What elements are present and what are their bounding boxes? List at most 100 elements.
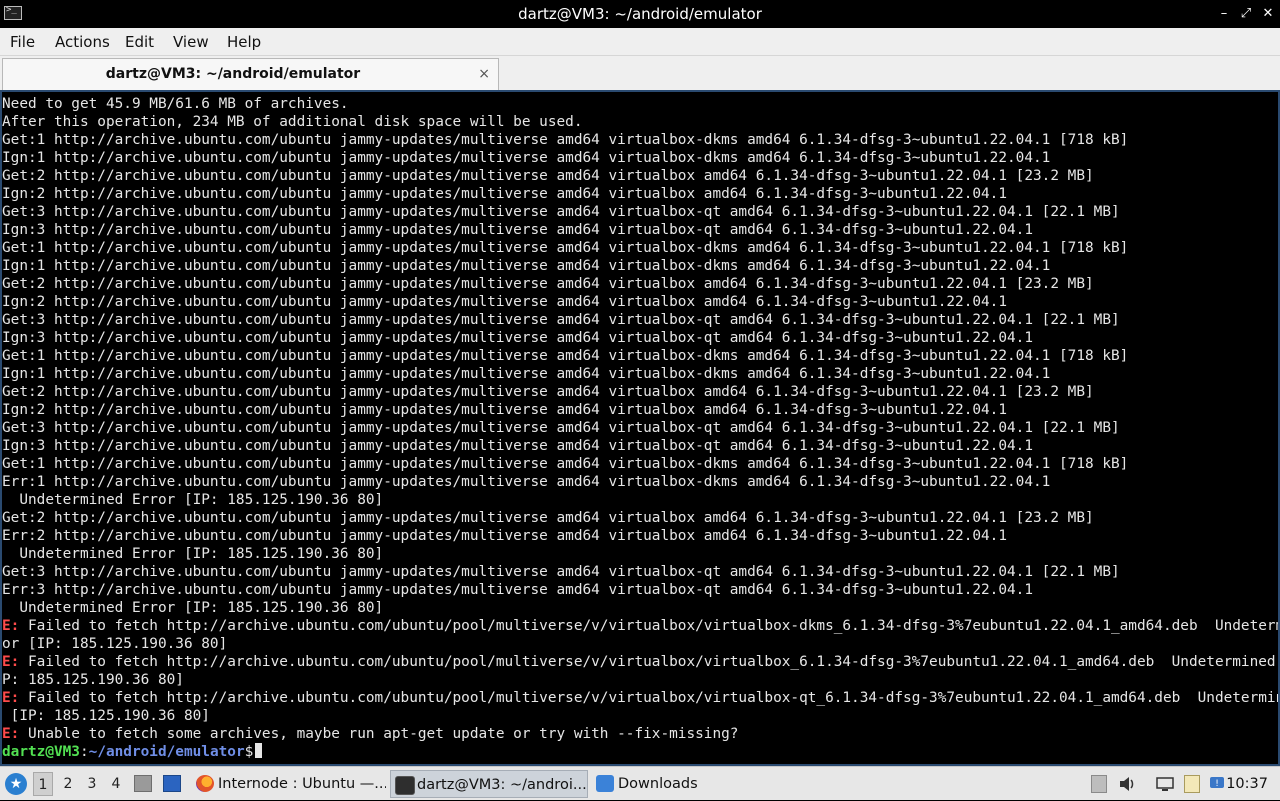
line-text: Err:2 http://archive.ubuntu.com/ubuntu j… [2,528,1008,544]
close-button[interactable]: ✕ [1258,4,1278,24]
line-text: Get:1 http://archive.ubuntu.com/ubuntu j… [2,132,1129,148]
window-titlebar[interactable]: dartz@VM3: ~/android/emulator – ⤢ ✕ [0,0,1280,28]
menu-view[interactable]: View [173,28,209,56]
terminal-line: Undetermined Error [IP: 185.125.190.36 8… [2,491,1278,509]
tab-bar: dartz@VM3: ~/android/emulator × [0,56,1280,90]
terminal-line: P: 185.125.190.36 80] [2,671,1278,689]
terminal-line: Need to get 45.9 MB/61.6 MB of archives. [2,95,1278,113]
volume-icon[interactable] [1119,775,1135,793]
terminal-lines: Need to get 45.9 MB/61.6 MB of archives.… [2,95,1278,761]
terminal-line: Err:1 http://archive.ubuntu.com/ubuntu j… [2,473,1278,491]
menu-file[interactable]: File [10,28,35,56]
show-desktop-icon[interactable] [163,775,181,792]
menu-edit[interactable]: Edit [125,28,154,56]
menu-actions[interactable]: Actions [55,28,110,56]
terminal-line: [IP: 185.125.190.36 80] [2,707,1278,725]
line-text: Ign:2 http://archive.ubuntu.com/ubuntu j… [2,294,1008,310]
line-text: Undetermined Error [IP: 185.125.190.36 8… [2,600,384,616]
error-prefix: E: [2,654,20,670]
line-text: Ign:2 http://archive.ubuntu.com/ubuntu j… [2,186,1008,202]
clock[interactable]: 10:37 [1226,767,1268,801]
terminal-line: Err:3 http://archive.ubuntu.com/ubuntu j… [2,581,1278,599]
terminal-line: Ign:2 http://archive.ubuntu.com/ubuntu j… [2,401,1278,419]
terminal-line: Ign:2 http://archive.ubuntu.com/ubuntu j… [2,185,1278,203]
maximize-button[interactable]: ⤢ [1236,4,1256,24]
terminal-line: Get:3 http://archive.ubuntu.com/ubuntu j… [2,419,1278,437]
terminal-line: Ign:2 http://archive.ubuntu.com/ubuntu j… [2,293,1278,311]
prompt-path: ~/android/emulator [88,744,245,760]
firefox-icon [196,775,214,792]
folder-icon [596,775,614,792]
prompt-separator: : [79,744,89,760]
tray-updates-icon[interactable] [1091,775,1107,793]
line-text: Undetermined Error [IP: 185.125.190.36 8… [2,492,384,508]
terminal-line: Undetermined Error [IP: 185.125.190.36 8… [2,599,1278,617]
terminal-line: Get:1 http://archive.ubuntu.com/ubuntu j… [2,347,1278,365]
line-text: [IP: 185.125.190.36 80] [2,708,210,724]
workspace-3[interactable]: 3 [82,772,102,796]
terminal-line: Ign:1 http://archive.ubuntu.com/ubuntu j… [2,257,1278,275]
clipboard-icon[interactable] [1184,775,1200,793]
line-text: Get:3 http://archive.ubuntu.com/ubuntu j… [2,204,1120,220]
workspace-4[interactable]: 4 [106,772,126,796]
line-text: Ign:1 http://archive.ubuntu.com/ubuntu j… [2,150,1051,166]
line-text: Unable to fetch some archives, maybe run… [19,726,739,742]
terminal-line: Get:3 http://archive.ubuntu.com/ubuntu j… [2,203,1278,221]
terminal-line: E: Failed to fetch http://archive.ubuntu… [2,653,1278,671]
line-text: Err:3 http://archive.ubuntu.com/ubuntu j… [2,582,1034,598]
notification-icon[interactable]: ! [1209,775,1225,793]
task-downloads[interactable]: Downloads [592,770,712,798]
line-text: Ign:2 http://archive.ubuntu.com/ubuntu j… [2,402,1008,418]
terminal-line: Get:3 http://archive.ubuntu.com/ubuntu j… [2,563,1278,581]
task-label: Downloads [618,776,698,792]
error-prefix: E: [2,726,20,742]
line-text: Ign:1 http://archive.ubuntu.com/ubuntu j… [2,366,1051,382]
terminal-line: Ign:3 http://archive.ubuntu.com/ubuntu j… [2,329,1278,347]
error-prefix: E: [2,618,20,634]
line-text: Get:1 http://archive.ubuntu.com/ubuntu j… [2,240,1129,256]
terminal-line: or [IP: 185.125.190.36 80] [2,635,1278,653]
workspace-2[interactable]: 2 [58,772,78,796]
terminal-tab[interactable]: dartz@VM3: ~/android/emulator × [2,58,499,90]
line-text: or [IP: 185.125.190.36 80] [2,636,228,652]
line-text: Get:1 http://archive.ubuntu.com/ubuntu j… [2,456,1129,472]
terminal-output[interactable]: Need to get 45.9 MB/61.6 MB of archives.… [0,90,1280,766]
line-text: Need to get 45.9 MB/61.6 MB of archives. [2,96,349,112]
line-text: Failed to fetch http://archive.ubuntu.co… [19,654,1278,670]
terminal-line: Ign:1 http://archive.ubuntu.com/ubuntu j… [2,365,1278,383]
prompt-user: dartz@VM3 [2,744,80,760]
terminal-line: After this operation, 234 MB of addition… [2,113,1278,131]
start-menu-icon[interactable]: ★ [5,773,27,795]
terminal-line: Ign:3 http://archive.ubuntu.com/ubuntu j… [2,221,1278,239]
task-terminal[interactable]: dartz@VM3: ~/androi... [390,770,588,798]
prompt-symbol: $ [244,744,254,760]
network-icon[interactable] [1156,775,1174,793]
file-manager-launcher-icon[interactable] [134,775,152,792]
prompt-line[interactable]: dartz@VM3:~/android/emulator$ [2,743,1278,761]
terminal-line: Ign:1 http://archive.ubuntu.com/ubuntu j… [2,149,1278,167]
line-text: Ign:3 http://archive.ubuntu.com/ubuntu j… [2,330,1034,346]
line-text: Ign:3 http://archive.ubuntu.com/ubuntu j… [2,222,1034,238]
terminal-line: Ign:3 http://archive.ubuntu.com/ubuntu j… [2,437,1278,455]
terminal-line: Get:2 http://archive.ubuntu.com/ubuntu j… [2,167,1278,185]
terminal-line: Get:2 http://archive.ubuntu.com/ubuntu j… [2,383,1278,401]
terminal-line: Get:2 http://archive.ubuntu.com/ubuntu j… [2,275,1278,293]
line-text: After this operation, 234 MB of addition… [2,114,583,130]
menu-help[interactable]: Help [227,28,261,56]
menu-bar: File Actions Edit View Help [0,28,1280,56]
workspace-1[interactable]: 1 [33,772,53,796]
minimize-button[interactable]: – [1214,4,1234,24]
taskbar: ★ 1 2 3 4 Internode : Ubuntu —... dartz@… [0,766,1280,800]
line-text: Failed to fetch http://archive.ubuntu.co… [19,690,1278,706]
terminal-icon [395,776,415,795]
line-text: Get:3 http://archive.ubuntu.com/ubuntu j… [2,564,1120,580]
terminal-line: Get:1 http://archive.ubuntu.com/ubuntu j… [2,455,1278,473]
terminal-line: Get:2 http://archive.ubuntu.com/ubuntu j… [2,509,1278,527]
line-text: Get:3 http://archive.ubuntu.com/ubuntu j… [2,312,1120,328]
tab-close-icon[interactable]: × [478,59,490,89]
task-firefox[interactable]: Internode : Ubuntu —... [192,770,386,798]
line-text: Get:2 http://archive.ubuntu.com/ubuntu j… [2,168,1094,184]
terminal-line: Get:1 http://archive.ubuntu.com/ubuntu j… [2,239,1278,257]
line-text: Get:3 http://archive.ubuntu.com/ubuntu j… [2,420,1120,436]
terminal-line: E: Failed to fetch http://archive.ubuntu… [2,689,1278,707]
